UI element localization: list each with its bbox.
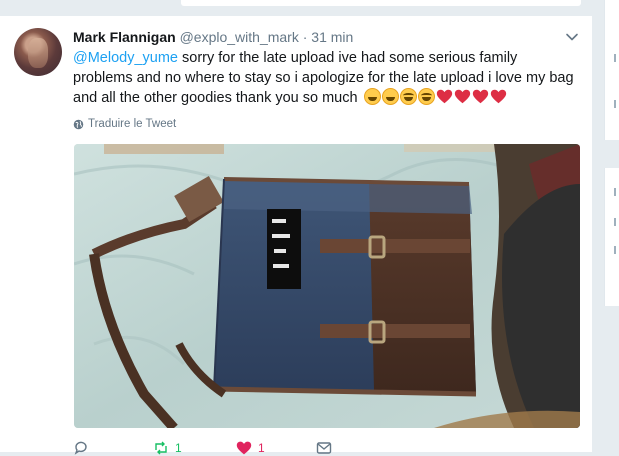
separator: ·: [302, 29, 308, 45]
envelope-icon: [316, 442, 332, 454]
mention-link[interactable]: @Melody_yume: [73, 50, 178, 66]
chevron-down-icon[interactable]: [565, 30, 579, 44]
tweet-text: @Melody_yume sorry for the late upload i…: [73, 48, 578, 108]
red-heart-icon: [490, 89, 506, 104]
smiling-blush-face-icon: [399, 88, 417, 105]
reply-icon: [74, 441, 87, 455]
sidebar-marker: [614, 54, 616, 62]
sidebar-marker: [614, 100, 616, 108]
tweet-timestamp[interactable]: 31 min: [311, 29, 353, 45]
sidebar-marker: [614, 188, 616, 196]
retweet-button[interactable]: 1: [153, 440, 182, 456]
like-button[interactable]: 1: [236, 440, 265, 456]
red-heart-icon: [436, 89, 452, 104]
red-heart-icon: [454, 89, 470, 104]
like-count: 1: [258, 441, 265, 455]
tweet-photo[interactable]: [74, 144, 580, 428]
author-name[interactable]: Mark Flannigan: [73, 29, 176, 45]
grinning-face-icon: [381, 88, 399, 105]
emoji-row: [363, 88, 507, 105]
direct-message-button[interactable]: [316, 440, 332, 456]
tweet-header: Mark Flannigan @explo_with_mark · 31 min: [73, 29, 353, 45]
retweet-count: 1: [175, 441, 182, 455]
red-heart-icon: [472, 89, 488, 104]
translate-label[interactable]: Traduire le Tweet: [88, 118, 176, 130]
sidebar-marker: [614, 218, 616, 226]
avatar[interactable]: [14, 28, 62, 76]
globe-icon: [73, 119, 84, 129]
reply-button[interactable]: [73, 440, 89, 456]
smiling-blush-face-icon: [417, 88, 435, 105]
backpack-photo: [74, 144, 580, 428]
author-handle[interactable]: @explo_with_mark: [180, 29, 299, 45]
sidebar-marker: [614, 246, 616, 254]
grinning-face-icon: [363, 88, 381, 105]
sidebar-panel-secondary: [604, 168, 619, 306]
translate-tweet-link[interactable]: Traduire le Tweet: [73, 118, 176, 130]
retweet-icon: [155, 441, 167, 455]
heart-icon: [236, 441, 252, 455]
previous-tweet-card: [180, 0, 582, 7]
sidebar-panel: [604, 0, 619, 140]
